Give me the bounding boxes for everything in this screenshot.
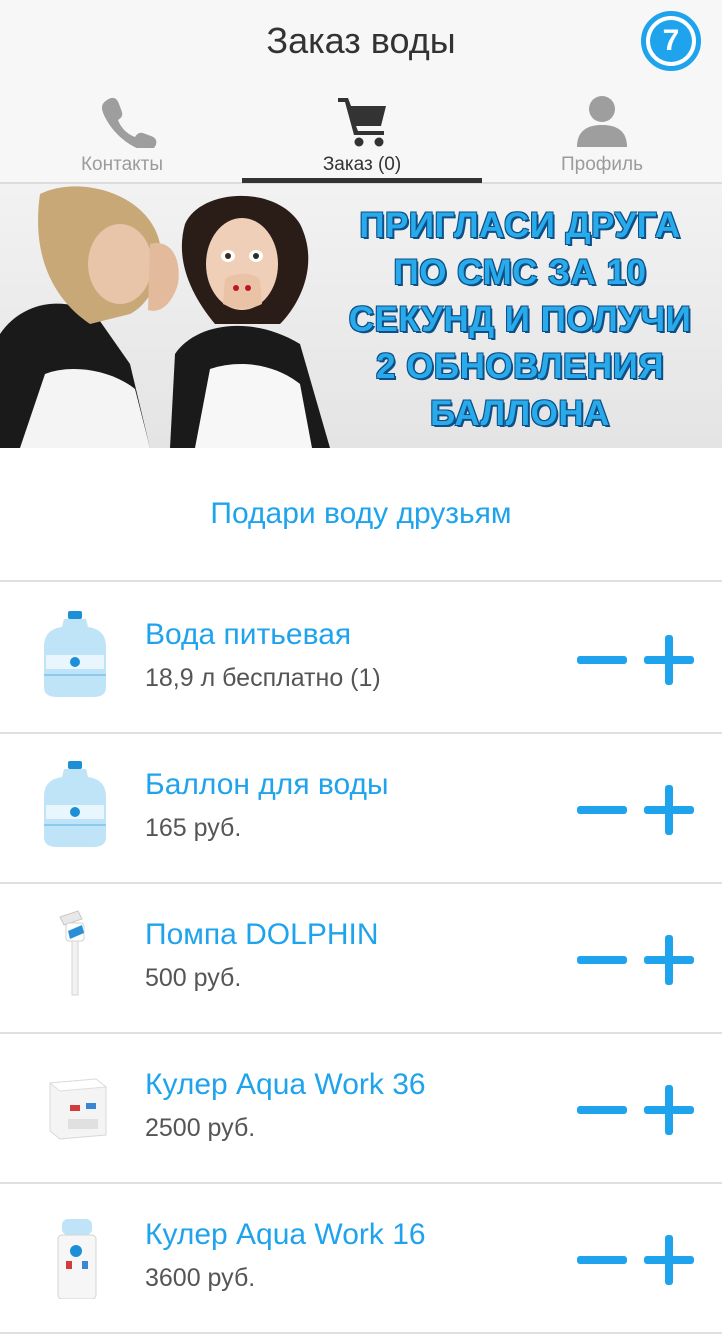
plus-icon[interactable] [644,785,694,835]
promo-text: ПРИГЛАСИ ДРУГА ПО СМС ЗА 10 СЕКУНД И ПОЛ… [340,202,700,437]
plus-icon[interactable] [644,1085,694,1135]
product-price: 500 руб. [145,964,242,992]
product-name[interactable]: Помпа DOLPHIN [145,918,379,952]
tab-contacts-label: Контакты [80,154,164,175]
product-row: Баллон для воды 165 руб. [0,734,722,884]
product-price: 2500 руб. [145,1114,256,1142]
promo-line: ПРИГЛАСИ ДРУГА [359,206,681,245]
product-price: 18,9 л бесплатно (1) [145,664,381,692]
promo-line: БАЛЛОНА [430,394,610,433]
product-name[interactable]: Вода питьевая [145,618,351,652]
promo-photo [0,186,330,448]
minus-icon[interactable] [577,635,627,685]
page-title: Заказ воды [266,20,456,61]
water-bottle-image [44,761,106,847]
notification-badge[interactable]: 7 [641,11,701,71]
tab-order-label: Заказ (0) [322,154,402,175]
minus-icon[interactable] [577,935,627,985]
product-row: Вода питьевая 18,9 л бесплатно (1) [0,584,722,734]
product-name[interactable]: Кулер Aqua Work 36 [145,1068,426,1102]
active-tab-indicator [242,178,482,183]
product-row: Помпа DOLPHIN 500 руб. [0,884,722,1034]
plus-icon[interactable] [644,935,694,985]
water-bottle-image [44,611,106,697]
product-row: Кулер Aqua Work 16 3600 руб. [0,1184,722,1334]
phone-icon [102,97,157,148]
product-row: Кулер Aqua Work 36 2500 руб. [0,1034,722,1184]
desktop-cooler-image [48,1078,108,1140]
badge-count: 7 [650,20,692,62]
minus-icon[interactable] [577,785,627,835]
cart-icon [338,98,386,147]
plus-icon[interactable] [644,635,694,685]
pump-image [59,910,85,996]
tab-profile-label: Профиль [560,154,644,175]
product-name[interactable]: Кулер Aqua Work 16 [145,1218,426,1252]
top-bar: Заказ воды 7 Контакты Заказ (0) Профиль [0,0,722,184]
tab-order[interactable]: Заказ (0) [242,88,482,184]
gift-row: Подари воду друзьям [0,448,722,582]
product-name[interactable]: Баллон для воды [145,768,389,802]
promo-banner[interactable]: ПРИГЛАСИ ДРУГА ПО СМС ЗА 10 СЕКУНД И ПОЛ… [0,184,722,448]
tab-contacts[interactable]: Контакты [2,88,242,184]
tab-profile[interactable]: Профиль [482,88,722,184]
user-icon [577,96,627,147]
promo-line: ПО СМС ЗА 10 [393,253,647,292]
product-price: 165 руб. [145,814,242,842]
gift-water-link[interactable]: Подари воду друзьям [210,497,511,531]
minus-icon[interactable] [577,1085,627,1135]
promo-line: СЕКУНД И ПОЛУЧИ [348,300,692,339]
product-price: 3600 руб. [145,1264,256,1292]
promo-line: 2 ОБНОВЛЕНИЯ [376,347,664,386]
floor-cooler-image [57,1219,97,1299]
